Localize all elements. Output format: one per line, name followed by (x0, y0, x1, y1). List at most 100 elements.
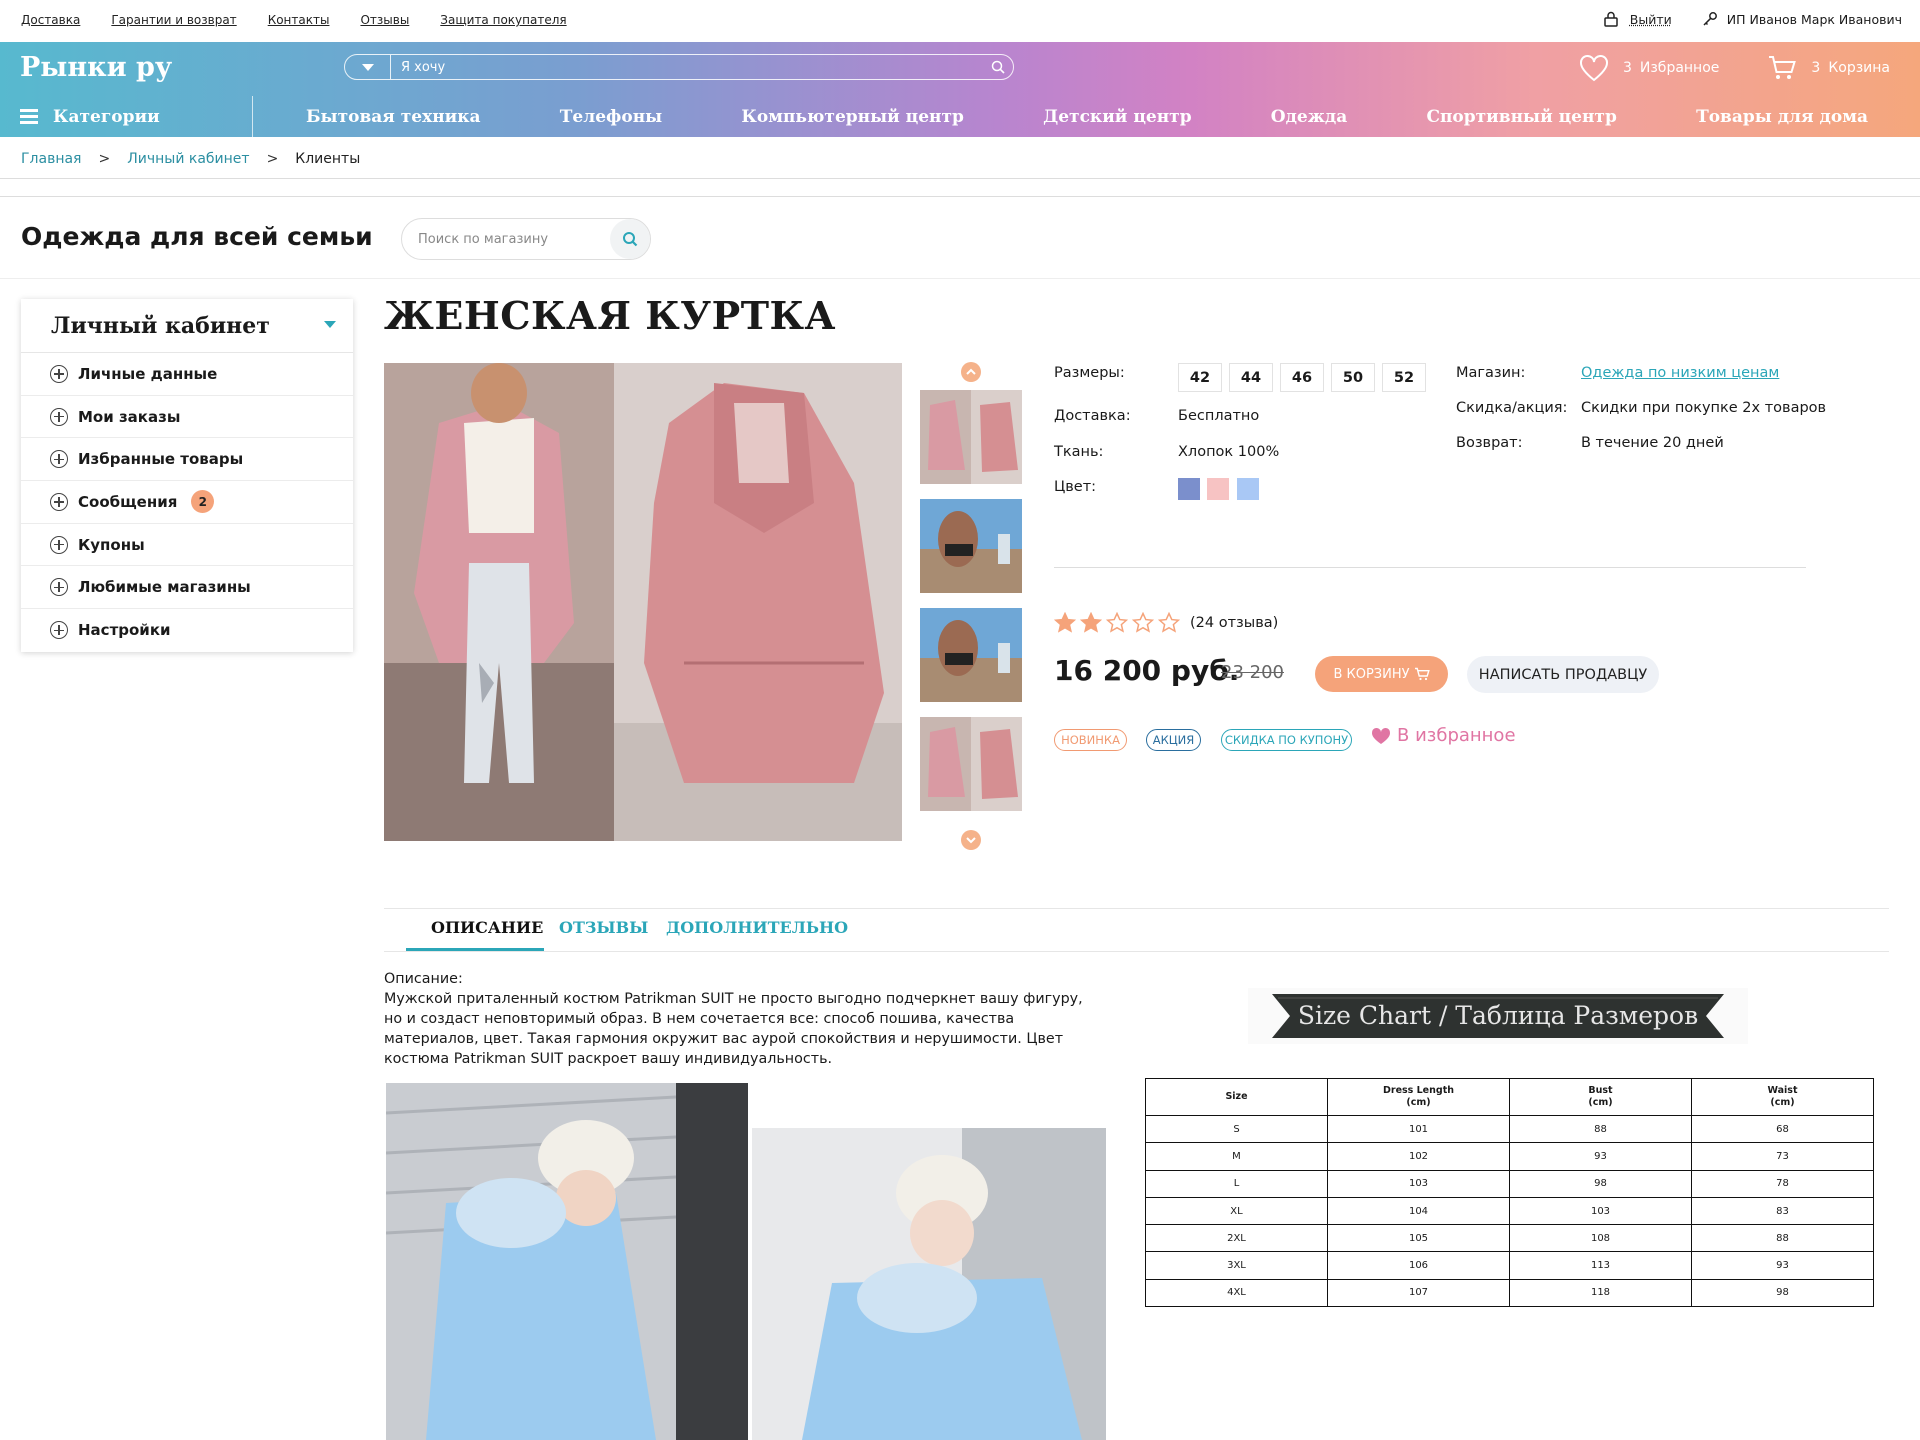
discount-value: Скидки при покупке 2х товаров (1581, 400, 1827, 416)
breadcrumb: Главная > Личный кабинет > Клиенты (21, 151, 360, 167)
search-input[interactable]: Я хочу (391, 60, 983, 75)
reviews-count[interactable]: (24 отзыва) (1190, 615, 1278, 631)
main-search[interactable]: Я хочу (344, 54, 1014, 80)
link-reviews[interactable]: Отзывы (360, 13, 409, 27)
table-cell: 4XL (1145, 1278, 1328, 1308)
product-thumbnail[interactable] (920, 499, 1022, 593)
add-to-cart-button[interactable]: В КОРЗИНУ (1315, 656, 1448, 692)
color-label: Цвет: (1054, 479, 1097, 495)
size-chart-table: Size Dress Length (cm) Bust (cm) Waist (cm)… (1145, 1078, 1874, 1308)
nav-appliances[interactable]: Бытовая техника (306, 107, 481, 127)
breadcrumb-home[interactable]: Главная (21, 151, 81, 167)
color-swatch-pink[interactable] (1207, 478, 1229, 500)
sidebar-item-label: Мои заказы (78, 407, 181, 426)
tag-promo[interactable]: АКЦИЯ (1146, 729, 1201, 751)
tab-reviews[interactable]: ОТЗЫВЫ (559, 918, 648, 937)
plus-circle-icon (50, 578, 68, 597)
cart-button[interactable]: 3 Корзина (1767, 54, 1890, 82)
cart-label: Корзина (1828, 60, 1890, 76)
write-seller-button[interactable]: НАПИСАТЬ ПРОДАВЦУ (1467, 656, 1659, 693)
logout-link[interactable]: Выйти (1630, 12, 1672, 27)
table-cell: 103 (1327, 1169, 1510, 1198)
sidebar-item-favorite-shops[interactable]: Любимые магазины (21, 566, 353, 610)
lock-icon (1604, 11, 1618, 27)
sidebar-item-favorites[interactable]: Избранные товары (21, 438, 353, 482)
shop-search-input[interactable]: Поиск по магазину (402, 232, 610, 247)
favorites-button[interactable]: 3 Избранное (1579, 54, 1719, 82)
nav-phones[interactable]: Телефоны (560, 107, 662, 127)
table-cell: 2XL (1145, 1224, 1328, 1253)
table-cell: 104 (1327, 1196, 1510, 1226)
link-buyer-protection[interactable]: Защита покупателя (440, 13, 566, 27)
size-option[interactable]: 44 (1229, 363, 1273, 392)
table-cell: S (1145, 1114, 1328, 1144)
nav-computers[interactable]: Компьютерный центр (741, 107, 963, 127)
tag-coupon[interactable]: СКИДКА ПО КУПОНУ (1221, 729, 1352, 751)
nav-home[interactable]: Товары для дома (1696, 107, 1868, 127)
product-thumbnail[interactable] (920, 390, 1022, 484)
site-logo[interactable]: Рынки ру (20, 52, 172, 83)
star-empty-icon (1132, 612, 1154, 633)
thumbs-scroll-up[interactable] (961, 362, 981, 382)
shop-search[interactable]: Поиск по магазину (401, 218, 651, 260)
color-swatch-lightblue[interactable] (1237, 478, 1259, 500)
chevron-down-icon (324, 321, 336, 328)
nav-sports[interactable]: Спортивный центр (1426, 107, 1616, 127)
table-cell: 98 (1691, 1278, 1874, 1308)
sidebar-header[interactable]: Личный кабинет (21, 299, 353, 353)
shop-search-button[interactable] (610, 219, 650, 259)
user-name[interactable]: ИП Иванов Марк Иванович (1727, 12, 1902, 27)
link-contacts[interactable]: Контакты (268, 13, 330, 27)
price: 16 200 руб. (1054, 654, 1240, 687)
link-warranty[interactable]: Гарантии и возврат (111, 13, 236, 27)
fabric-label: Ткань: (1054, 444, 1104, 460)
size-option[interactable]: 52 (1382, 363, 1426, 392)
sidebar-item-label: Купоны (78, 535, 145, 554)
nav-kids[interactable]: Детский центр (1043, 107, 1191, 127)
sidebar-item-personal-data[interactable]: Личные данные (21, 353, 353, 396)
breadcrumb-cabinet[interactable]: Личный кабинет (127, 151, 249, 167)
sidebar-item-label: Любимые магазины (78, 578, 251, 597)
size-chart-header: Bust (cm) (1509, 1078, 1692, 1116)
favorites-count: 3 (1622, 60, 1632, 76)
rating-stars[interactable] (1054, 612, 1184, 633)
description-image (386, 1083, 748, 1440)
categories-button[interactable]: Категории (0, 96, 253, 137)
link-delivery[interactable]: Доставка (21, 13, 80, 27)
account-area: Выйти ИП Иванов Марк Иванович (1604, 11, 1902, 27)
sidebar-item-orders[interactable]: Мои заказы (21, 396, 353, 439)
divider (1054, 567, 1806, 568)
sidebar-item-settings[interactable]: Настройки (21, 609, 353, 652)
tab-additional[interactable]: ДОПОЛНИТЕЛЬНО (666, 918, 848, 937)
add-to-favorites-link[interactable]: В избранное (1371, 725, 1516, 746)
table-cell: 103 (1509, 1196, 1692, 1226)
search-icon (991, 60, 1005, 74)
heart-icon (1371, 727, 1391, 744)
sidebar-item-coupons[interactable]: Купоны (21, 524, 353, 567)
delivery-label: Доставка: (1054, 408, 1131, 424)
sizes-label: Размеры: (1054, 365, 1125, 381)
chevron-down-icon (966, 837, 976, 844)
product-thumbnail[interactable] (920, 608, 1022, 702)
search-button[interactable] (983, 55, 1013, 79)
table-cell: 107 (1327, 1278, 1510, 1308)
tag-new[interactable]: НОВИНКА (1054, 729, 1127, 751)
thumbs-scroll-down[interactable] (961, 830, 981, 850)
size-option[interactable]: 46 (1280, 363, 1324, 392)
cart-count: 3 (1811, 60, 1821, 76)
product-main-image[interactable] (384, 363, 902, 841)
shop-link[interactable]: Одежда по низким ценам (1581, 365, 1779, 381)
product-thumbnail[interactable] (920, 717, 1022, 811)
table-row: 2XL 105 108 88 (1145, 1224, 1874, 1253)
plus-circle-icon (50, 364, 68, 383)
table-cell: 113 (1509, 1251, 1692, 1280)
return-value: В течение 20 дней (1581, 435, 1724, 451)
search-category-dropdown[interactable] (345, 55, 391, 79)
size-option[interactable]: 42 (1178, 363, 1222, 392)
tab-description[interactable]: ОПИСАНИЕ (431, 918, 543, 937)
size-option[interactable]: 50 (1331, 363, 1375, 392)
return-label: Возврат: (1456, 435, 1523, 451)
sidebar-item-messages[interactable]: Сообщения 2 (21, 481, 353, 524)
nav-clothing[interactable]: Одежда (1271, 107, 1347, 127)
color-swatch-blue[interactable] (1178, 478, 1200, 500)
